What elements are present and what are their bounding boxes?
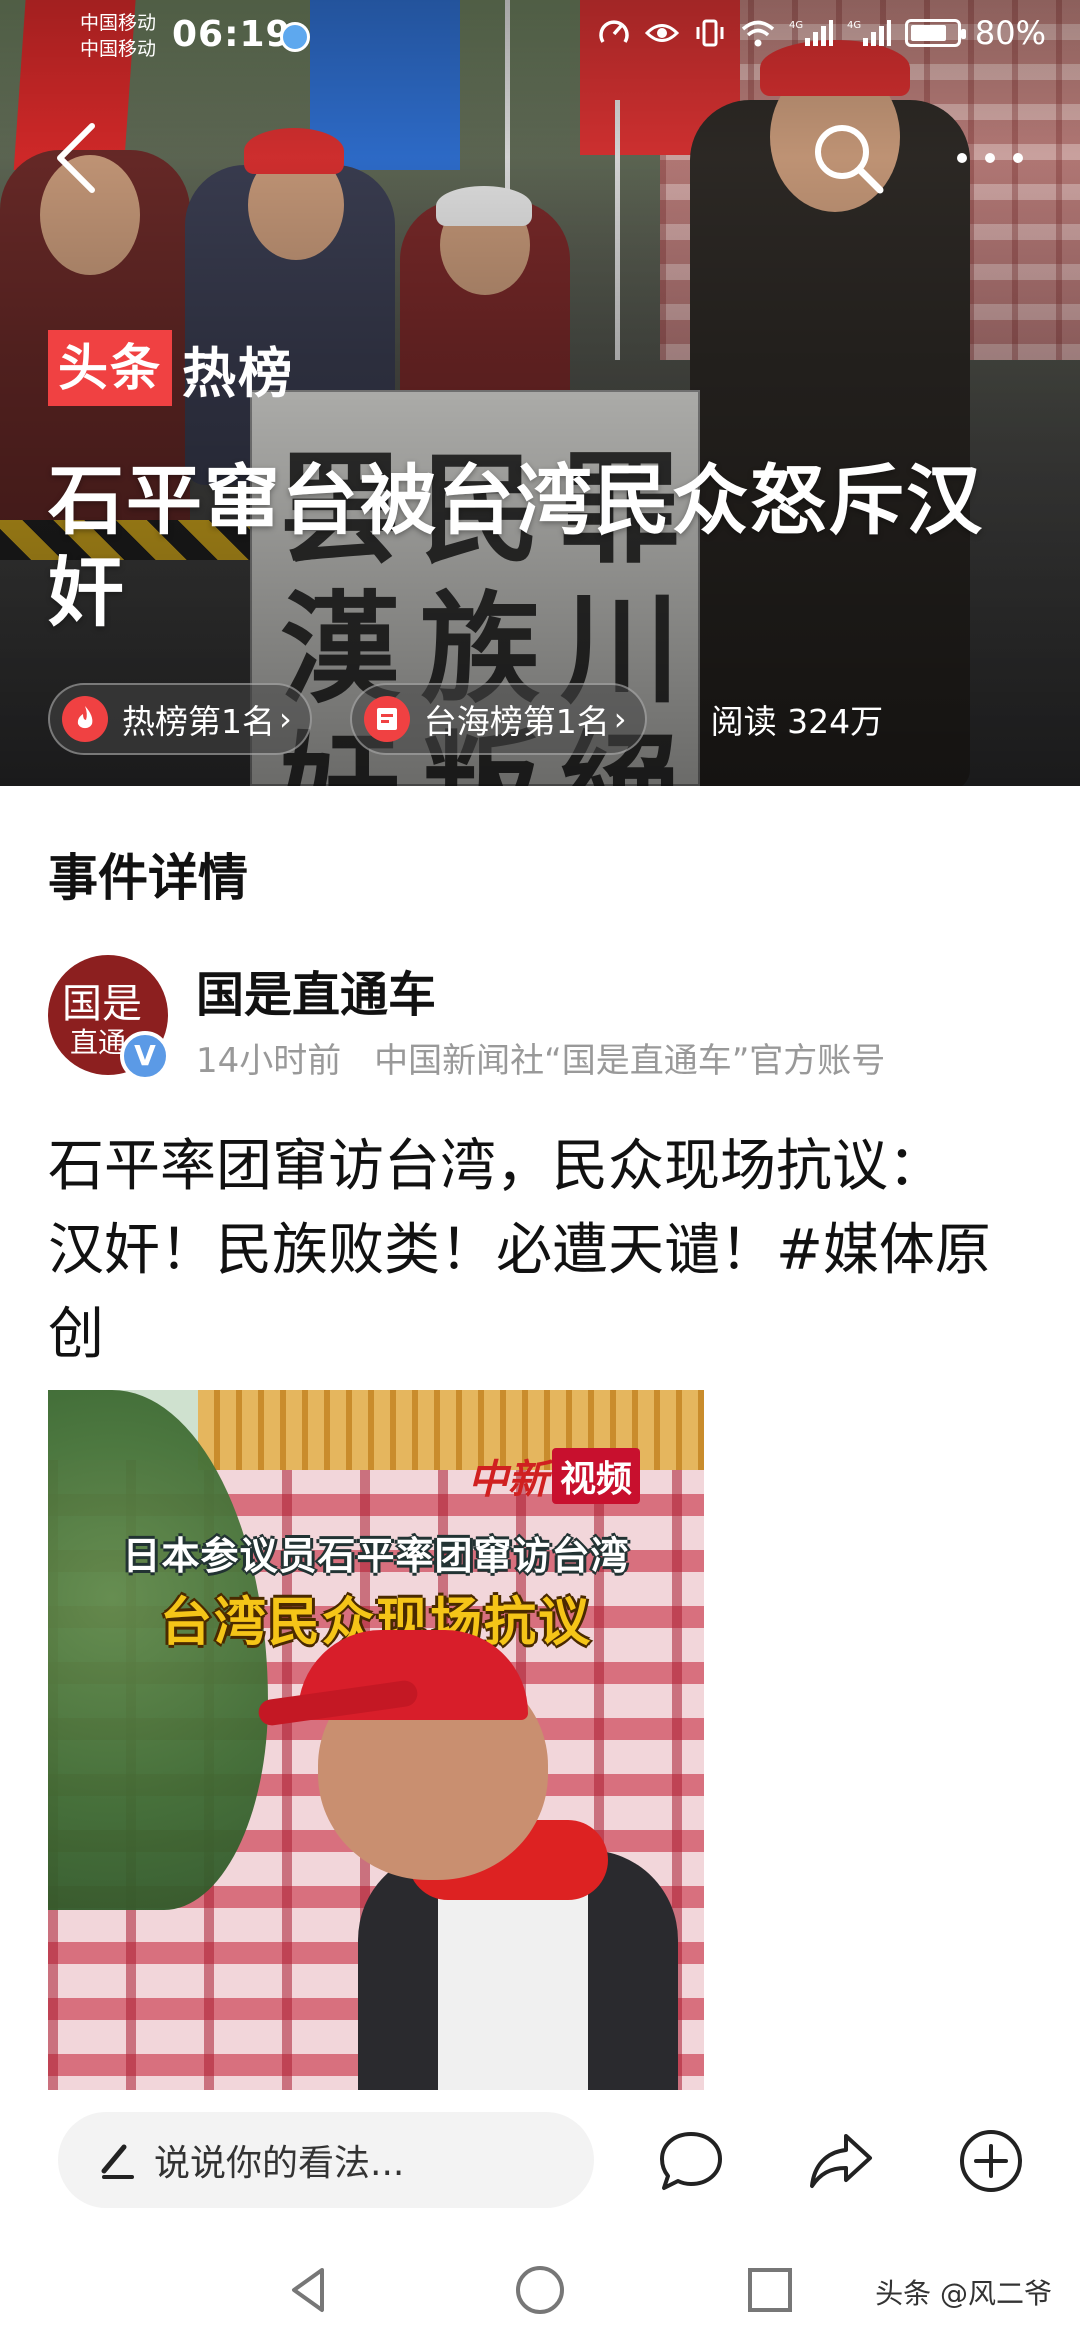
wifi-icon bbox=[741, 20, 775, 47]
signal-4g-icon: 4G bbox=[847, 20, 891, 46]
strait-rank-chip[interactable]: 台海榜第1名 › bbox=[349, 683, 647, 755]
hot-rank-chip[interactable]: 热榜第1名 › bbox=[48, 683, 312, 755]
list-icon bbox=[363, 696, 410, 742]
fire-icon bbox=[62, 696, 108, 742]
video-thumbnail[interactable]: 中新 视频 日本参议员石平率团窜访台湾 台湾民众现场抗议 bbox=[48, 1390, 704, 2090]
nav-back-icon[interactable] bbox=[282, 2262, 338, 2318]
headline-title: 石平窜台被台湾民众怒斥汉奸 bbox=[48, 456, 984, 637]
author-row[interactable]: 国是 直通 V 国是直通车 14小时前 中国新闻社“国是直通车”官方账号 bbox=[48, 955, 1048, 1085]
chevron-right-icon: › bbox=[613, 700, 627, 738]
post-text[interactable]: 石平率团窜访台湾，民众现场抗议： 汉奸！民族败类！必遭天谴！#媒体原创 bbox=[48, 1125, 1008, 1377]
verified-badge-icon: V bbox=[120, 1031, 170, 1081]
nav-recents-icon[interactable] bbox=[742, 2262, 798, 2318]
add-icon[interactable] bbox=[956, 2126, 1026, 2196]
eye-icon bbox=[644, 24, 679, 42]
author-name[interactable]: 国是直通车 bbox=[196, 955, 436, 1025]
post-time: 14小时前 bbox=[196, 1041, 342, 1081]
carrier-info: 中国移动 中国移动 bbox=[80, 12, 157, 60]
more-icon[interactable] bbox=[950, 138, 1030, 178]
comment-icon[interactable] bbox=[656, 2126, 726, 2196]
svg-text:4G: 4G bbox=[847, 20, 861, 31]
comment-input[interactable]: 说说你的看法... bbox=[58, 2112, 594, 2208]
news-logo: 中新 视频 bbox=[468, 1448, 641, 1504]
ranking-chips: 热榜第1名 › 台海榜第1名 › 阅读 324万 bbox=[48, 683, 883, 755]
system-navigation-bar: 头条 @风二爷 bbox=[0, 2232, 1080, 2340]
search-icon[interactable] bbox=[808, 118, 888, 198]
nav-home-icon[interactable] bbox=[512, 2262, 568, 2318]
app-notification-icon bbox=[280, 22, 310, 52]
signal-4g-icon: 4G bbox=[789, 20, 833, 46]
battery-icon bbox=[904, 19, 966, 47]
back-arrow-icon[interactable] bbox=[48, 118, 108, 198]
chevron-right-icon: › bbox=[279, 700, 292, 738]
vibrate-icon bbox=[696, 19, 724, 47]
status-bar: 中国移动 中国移动 06:19 4G 4G 80% bbox=[0, 0, 1080, 80]
author-description: 中国新闻社“国是直通车”官方账号 bbox=[374, 1041, 886, 1081]
clock: 06:19 bbox=[172, 14, 292, 55]
hot-list-badge: 头条 热榜 bbox=[48, 330, 294, 406]
author-meta: 14小时前 中国新闻社“国是直通车”官方账号 bbox=[196, 1033, 885, 1082]
read-count: 阅读 324万 bbox=[710, 702, 884, 741]
video-caption-line-1: 日本参议员石平率团窜访台湾 bbox=[122, 1534, 630, 1578]
svg-text:4G: 4G bbox=[789, 20, 803, 31]
share-icon[interactable] bbox=[806, 2126, 876, 2196]
bottom-action-bar: 说说你的看法... bbox=[0, 2092, 1080, 2232]
section-title: 事件详情 bbox=[48, 849, 248, 907]
nfc-icon bbox=[599, 20, 629, 43]
pen-icon bbox=[101, 2144, 134, 2179]
watermark: 头条 @风二爷 bbox=[875, 2277, 1052, 2310]
battery-percent: 80% bbox=[974, 14, 1046, 52]
